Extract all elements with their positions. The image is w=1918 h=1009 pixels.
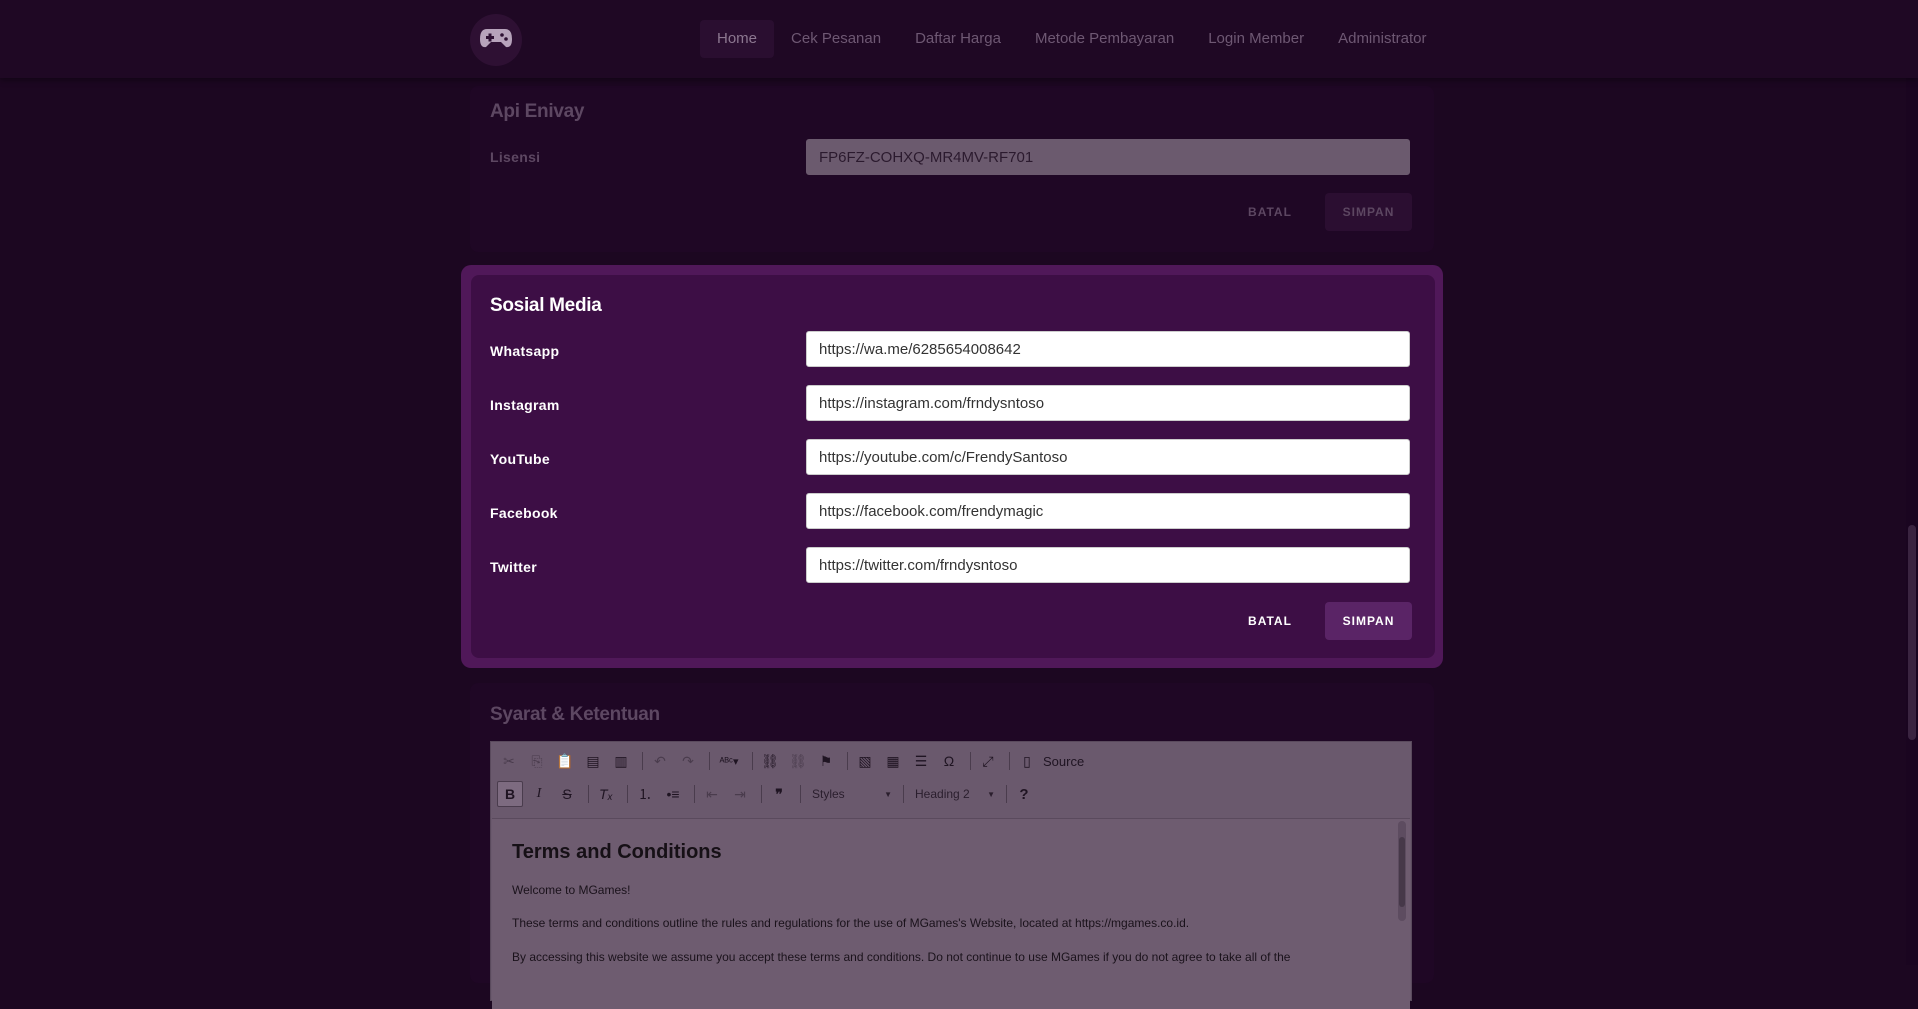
instagram-label: Instagram bbox=[490, 397, 560, 413]
document-heading: Terms and Conditions bbox=[512, 841, 722, 863]
redo-icon[interactable]: ↷ bbox=[676, 749, 700, 773]
blockquote-icon[interactable]: ❞ bbox=[767, 782, 791, 806]
numbered-list-icon[interactable]: ⒈ bbox=[633, 782, 657, 806]
editor-toolbar-row-1: ✂ ⎘ 📋 ▤ ▥ ↶ ↷ ᴬᴮᶜ▾ ⛓ ⛓ ⚑ ▧ ▦ ☰ Ω ⤢ ▯ Sou… bbox=[497, 747, 1088, 775]
license-label: Lisensi bbox=[490, 149, 541, 165]
card-title: Api Enivay bbox=[490, 101, 585, 122]
cancel-button[interactable]: BATAL bbox=[1232, 193, 1308, 231]
toolbar-separator bbox=[970, 752, 971, 770]
dropdown-caret-icon: ▼ bbox=[884, 789, 892, 799]
remove-format-icon[interactable]: Tₓ bbox=[594, 782, 618, 806]
nav-cek-pesanan[interactable]: Cek Pesanan bbox=[774, 20, 898, 58]
facebook-input[interactable] bbox=[806, 493, 1410, 529]
paste-icon[interactable]: 📋 bbox=[553, 749, 577, 773]
facebook-label: Facebook bbox=[490, 505, 558, 521]
image-icon[interactable]: ▧ bbox=[853, 749, 877, 773]
paste-text-icon[interactable]: ▤ bbox=[581, 749, 605, 773]
cancel-button[interactable]: BATAL bbox=[1232, 602, 1308, 640]
undo-icon[interactable]: ↶ bbox=[648, 749, 672, 773]
toolbar-separator bbox=[642, 752, 643, 770]
toolbar-separator bbox=[752, 752, 753, 770]
table-icon[interactable]: ▦ bbox=[881, 749, 905, 773]
toolbar-separator bbox=[847, 752, 848, 770]
indent-icon[interactable]: ⇥ bbox=[728, 782, 752, 806]
nav-metode-pembayaran[interactable]: Metode Pembayaran bbox=[1018, 20, 1191, 58]
cut-icon[interactable]: ✂ bbox=[497, 749, 521, 773]
nav-daftar-harga[interactable]: Daftar Harga bbox=[898, 20, 1018, 58]
license-input[interactable] bbox=[806, 139, 1410, 175]
save-button[interactable]: SIMPAN bbox=[1325, 193, 1412, 231]
copy-icon[interactable]: ⎘ bbox=[525, 749, 549, 773]
source-icon[interactable]: ▯ bbox=[1015, 749, 1039, 773]
unlink-icon[interactable]: ⛓ bbox=[786, 749, 810, 773]
card-title: Syarat & Ketentuan bbox=[490, 704, 660, 725]
top-navbar: Home Cek Pesanan Daftar Harga Metode Pem… bbox=[0, 0, 1918, 78]
styles-dropdown[interactable]: Styles ▼ bbox=[806, 787, 898, 801]
toolbar-separator bbox=[761, 785, 762, 803]
editor-scrollbar-thumb[interactable] bbox=[1399, 837, 1405, 907]
editor-content-area[interactable]: Terms and Conditions Welcome to MGames! … bbox=[492, 818, 1410, 1009]
anchor-flag-icon[interactable]: ⚑ bbox=[814, 749, 838, 773]
strikethrough-icon[interactable]: S bbox=[555, 782, 579, 806]
nav-administrator[interactable]: Administrator bbox=[1321, 20, 1443, 58]
site-logo[interactable] bbox=[470, 14, 522, 66]
bulleted-list-icon[interactable]: •≡ bbox=[661, 782, 685, 806]
editor-scrollbar[interactable] bbox=[1398, 821, 1406, 921]
nav-home[interactable]: Home bbox=[700, 20, 775, 58]
youtube-label: YouTube bbox=[490, 451, 550, 467]
format-label: Heading 2 bbox=[915, 787, 970, 801]
link-icon[interactable]: ⛓ bbox=[758, 749, 782, 773]
twitter-label: Twitter bbox=[490, 559, 537, 575]
horizontal-line-icon[interactable]: ☰ bbox=[909, 749, 933, 773]
format-dropdown[interactable]: Heading 2 ▼ bbox=[909, 787, 1001, 801]
save-button[interactable]: SIMPAN bbox=[1325, 602, 1412, 640]
help-button[interactable]: ? bbox=[1012, 782, 1036, 806]
bold-icon[interactable]: B bbox=[497, 781, 523, 807]
dropdown-caret-icon: ▼ bbox=[987, 789, 995, 799]
page-scrollbar[interactable] bbox=[1906, 0, 1918, 965]
toolbar-separator bbox=[1009, 752, 1010, 770]
page-scrollbar-thumb[interactable] bbox=[1908, 525, 1916, 740]
nav-links: Home Cek Pesanan Daftar Harga Metode Pem… bbox=[700, 20, 1443, 58]
maximize-icon[interactable]: ⤢ bbox=[976, 749, 1000, 773]
toolbar-separator bbox=[903, 785, 904, 803]
document-paragraph: These terms and conditions outline the r… bbox=[512, 916, 1190, 930]
terms-card: Syarat & Ketentuan ✂ ⎘ 📋 ▤ ▥ ↶ ↷ ᴬᴮᶜ▾ ⛓ … bbox=[470, 683, 1434, 1009]
document-paragraph: By accessing this website we assume you … bbox=[512, 950, 1291, 964]
gamepad-icon bbox=[479, 27, 513, 54]
nav-login-member[interactable]: Login Member bbox=[1191, 20, 1321, 58]
whatsapp-input[interactable] bbox=[806, 331, 1410, 367]
italic-icon[interactable]: I bbox=[527, 782, 551, 806]
api-enivay-card: Api Enivay Lisensi BATAL SIMPAN bbox=[470, 86, 1434, 252]
spellcheck-icon[interactable]: ᴬᴮᶜ▾ bbox=[715, 749, 743, 773]
rich-text-editor: ✂ ⎘ 📋 ▤ ▥ ↶ ↷ ᴬᴮᶜ▾ ⛓ ⛓ ⚑ ▧ ▦ ☰ Ω ⤢ ▯ Sou… bbox=[490, 741, 1412, 1009]
toolbar-separator bbox=[694, 785, 695, 803]
toolbar-separator bbox=[800, 785, 801, 803]
toolbar-separator bbox=[1006, 785, 1007, 803]
instagram-input[interactable] bbox=[806, 385, 1410, 421]
paste-word-icon[interactable]: ▥ bbox=[609, 749, 633, 773]
editor-toolbar-row-2: B I S Tₓ ⒈ •≡ ⇤ ⇥ ❞ Styles ▼ Heading 2 ▼ bbox=[497, 780, 1040, 808]
social-media-card: Sosial Media Whatsapp Instagram YouTube … bbox=[471, 275, 1435, 658]
toolbar-separator bbox=[588, 785, 589, 803]
whatsapp-label: Whatsapp bbox=[490, 343, 560, 359]
outdent-icon[interactable]: ⇤ bbox=[700, 782, 724, 806]
styles-label: Styles bbox=[812, 787, 845, 801]
card-title: Sosial Media bbox=[490, 295, 602, 316]
youtube-input[interactable] bbox=[806, 439, 1410, 475]
toolbar-separator bbox=[627, 785, 628, 803]
toolbar-separator bbox=[709, 752, 710, 770]
document-paragraph: Welcome to MGames! bbox=[512, 883, 631, 897]
twitter-input[interactable] bbox=[806, 547, 1410, 583]
source-button[interactable]: Source bbox=[1039, 754, 1088, 769]
special-char-icon[interactable]: Ω bbox=[937, 749, 961, 773]
